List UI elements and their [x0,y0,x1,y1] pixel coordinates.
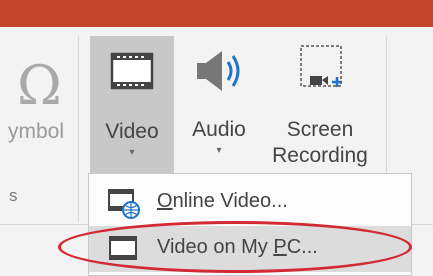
group-label: s [9,186,18,205]
online-video-label: Online Video... [157,190,288,212]
menu-item-video-on-my-pc[interactable]: Video on My PC... [89,226,411,272]
omega-symbol-icon[interactable]: Ω [17,54,62,117]
screen-recording-icon [300,45,342,87]
audio-dropdown-caret[interactable]: ▾ [177,145,261,156]
video-button-label: Video [105,120,159,143]
menu-item-online-video[interactable]: Online Video... [89,180,411,226]
video-dropdown-caret[interactable]: ▾ [90,147,174,158]
video-dropdown-menu: Online Video... Video on My PC... [88,173,412,276]
screen-recording-button[interactable]: Screen Recording [264,36,376,180]
group-separator [386,36,387,186]
video-on-my-pc-label: Video on My PC... [157,236,318,258]
video-button[interactable]: Video ▾ [90,36,174,180]
title-bar [0,0,433,27]
screen-recording-label-line1: Screen [286,118,354,141]
group-separator [78,36,79,222]
online-video-icon [108,189,140,219]
audio-button[interactable]: Audio ▾ [177,36,261,180]
video-file-icon [109,236,137,260]
film-strip-icon [110,52,154,90]
speaker-icon [197,51,240,91]
audio-button-label: Audio [192,118,246,141]
symbol-button-label[interactable]: ymbol [8,120,64,144]
screen-recording-label-line2: Recording [272,144,368,167]
